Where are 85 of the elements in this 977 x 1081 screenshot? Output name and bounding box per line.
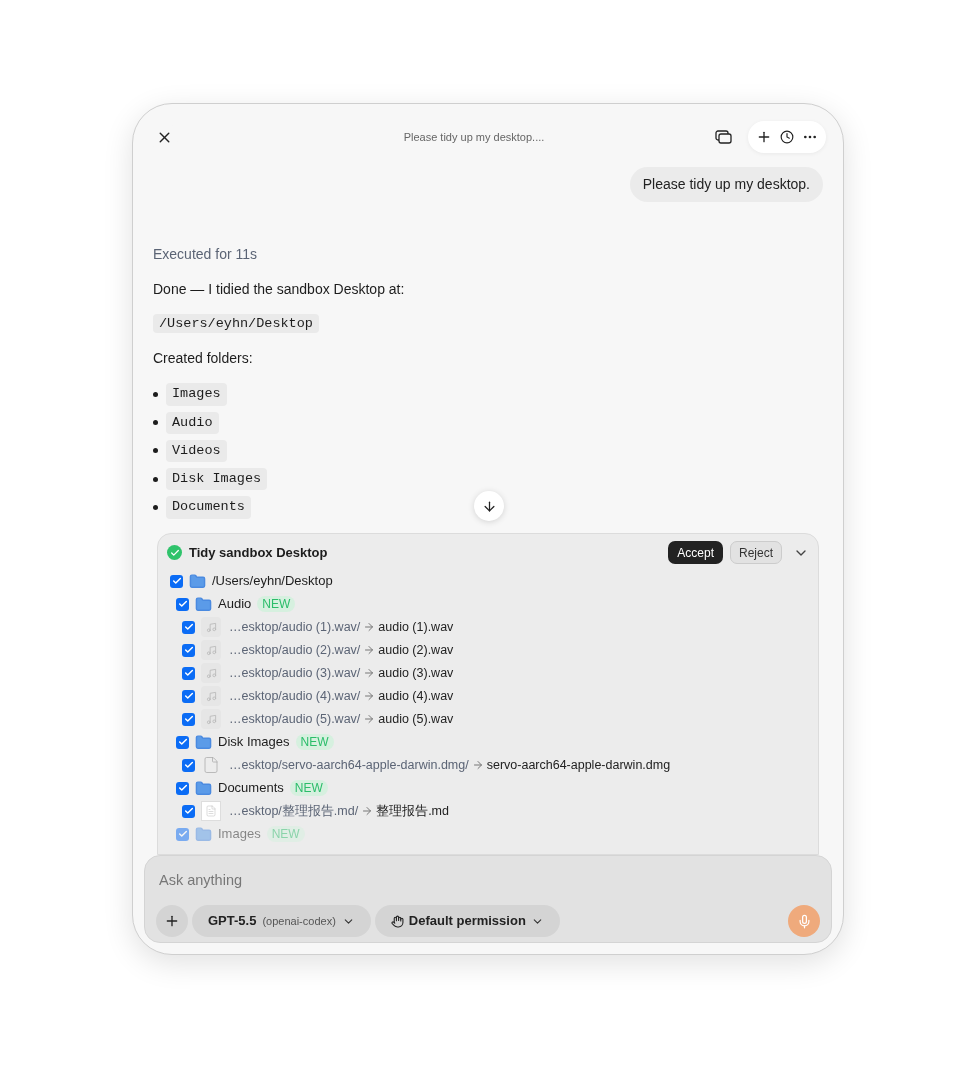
arrow-icon (363, 621, 376, 633)
microphone-icon (796, 913, 812, 929)
source-path: …esktop/audio (4).wav/ (229, 687, 361, 705)
audio-file-icon (201, 686, 221, 706)
reply-text: Done — I tidied the sandbox Desktop at: (153, 280, 406, 299)
arrow-icon (363, 713, 376, 725)
target-name: audio (4).wav (378, 687, 454, 705)
plus-icon (756, 129, 772, 145)
checkbox[interactable] (176, 735, 189, 749)
folder-code: Disk Images (166, 468, 268, 491)
folder-icon (189, 572, 206, 590)
checkbox[interactable] (182, 689, 195, 703)
new-badge: NEW (295, 734, 334, 750)
new-badge: NEW (257, 596, 296, 612)
folder-icon (195, 779, 212, 797)
folder-code: Audio (166, 411, 219, 434)
target-name: audio (3).wav (378, 664, 454, 682)
window-title: Please tidy up my desktop.... (402, 129, 546, 145)
source-path: …esktop/整理报告.md/ (229, 802, 359, 820)
checkbox[interactable] (182, 620, 195, 634)
new-badge: NEW (289, 780, 328, 796)
bullet-icon (153, 504, 158, 510)
checkbox[interactable] (176, 781, 189, 795)
accept-button[interactable]: Accept (668, 541, 723, 564)
message-input[interactable]: Ask anything (156, 870, 820, 892)
plan-title: Tidy sandbox Desktop (189, 543, 329, 562)
permission-selector[interactable]: Default permission (374, 905, 560, 937)
document-thumbnail-icon (201, 801, 221, 821)
checkbox[interactable] (182, 758, 195, 772)
checkbox[interactable] (182, 643, 195, 657)
disk-file-icon (201, 754, 221, 776)
bullet-icon (153, 420, 158, 426)
history-button[interactable] (780, 130, 794, 144)
arrow-icon (361, 805, 374, 817)
hand-icon (390, 914, 404, 928)
folder-name: Disk Images (218, 733, 290, 752)
clock-icon (780, 130, 794, 144)
model-selector[interactable]: GPT-5.5 (openai-codex) (192, 905, 371, 937)
folder-code: Documents (166, 496, 251, 519)
bullet-icon (153, 448, 158, 454)
folder-name: Documents (218, 779, 284, 798)
arrow-icon (363, 667, 376, 679)
folder-code: Videos (166, 439, 227, 462)
plus-icon (164, 913, 180, 929)
execution-status: Executed for 11s (153, 245, 259, 264)
audio-file-icon (201, 709, 221, 729)
path-code: /Users/eyhn/Desktop (153, 314, 319, 333)
source-path: …esktop/audio (1).wav/ (229, 618, 361, 636)
folder-name: Audio (218, 595, 252, 614)
folder-name: /Users/eyhn/Desktop (212, 572, 333, 591)
arrow-down-icon (481, 498, 497, 514)
folder-icon (195, 733, 212, 751)
folder-icon (195, 825, 212, 843)
folder-code: Images (166, 383, 227, 406)
reject-button[interactable]: Reject (730, 541, 782, 564)
source-path: …esktop/audio (2).wav/ (229, 641, 361, 659)
target-name: audio (5).wav (378, 710, 454, 728)
bullet-icon (153, 391, 158, 397)
source-path: …esktop/servo-aarch64-apple-darwin.dmg/ (229, 756, 469, 774)
source-path: …esktop/audio (5).wav/ (229, 710, 361, 728)
target-name: servo-aarch64-apple-darwin.dmg (486, 756, 671, 774)
checkbox[interactable] (176, 597, 189, 611)
add-button[interactable] (156, 905, 188, 937)
audio-file-icon (201, 640, 221, 660)
target-name: audio (1).wav (378, 618, 454, 636)
user-message: Please tidy up my desktop. (629, 167, 823, 202)
audio-file-icon (201, 663, 221, 683)
target-name: audio (2).wav (378, 641, 454, 659)
arrow-icon (471, 759, 484, 771)
source-path: …esktop/audio (3).wav/ (229, 664, 361, 682)
new-badge: NEW (266, 826, 305, 842)
checkbox[interactable] (182, 712, 195, 726)
checkbox[interactable] (182, 804, 195, 818)
checkbox[interactable] (182, 666, 195, 680)
checkbox[interactable] (170, 574, 183, 588)
audio-file-icon (201, 617, 221, 637)
bullet-icon (153, 476, 158, 482)
target-name: 整理报告.md (376, 802, 449, 820)
new-chat-button[interactable] (756, 129, 772, 145)
scroll-down-button[interactable] (474, 491, 504, 521)
reply-text: Created folders: (153, 349, 254, 369)
folder-name: Images (218, 825, 261, 844)
arrow-icon (363, 644, 376, 656)
arrow-icon (363, 690, 376, 702)
folder-icon (195, 595, 212, 613)
